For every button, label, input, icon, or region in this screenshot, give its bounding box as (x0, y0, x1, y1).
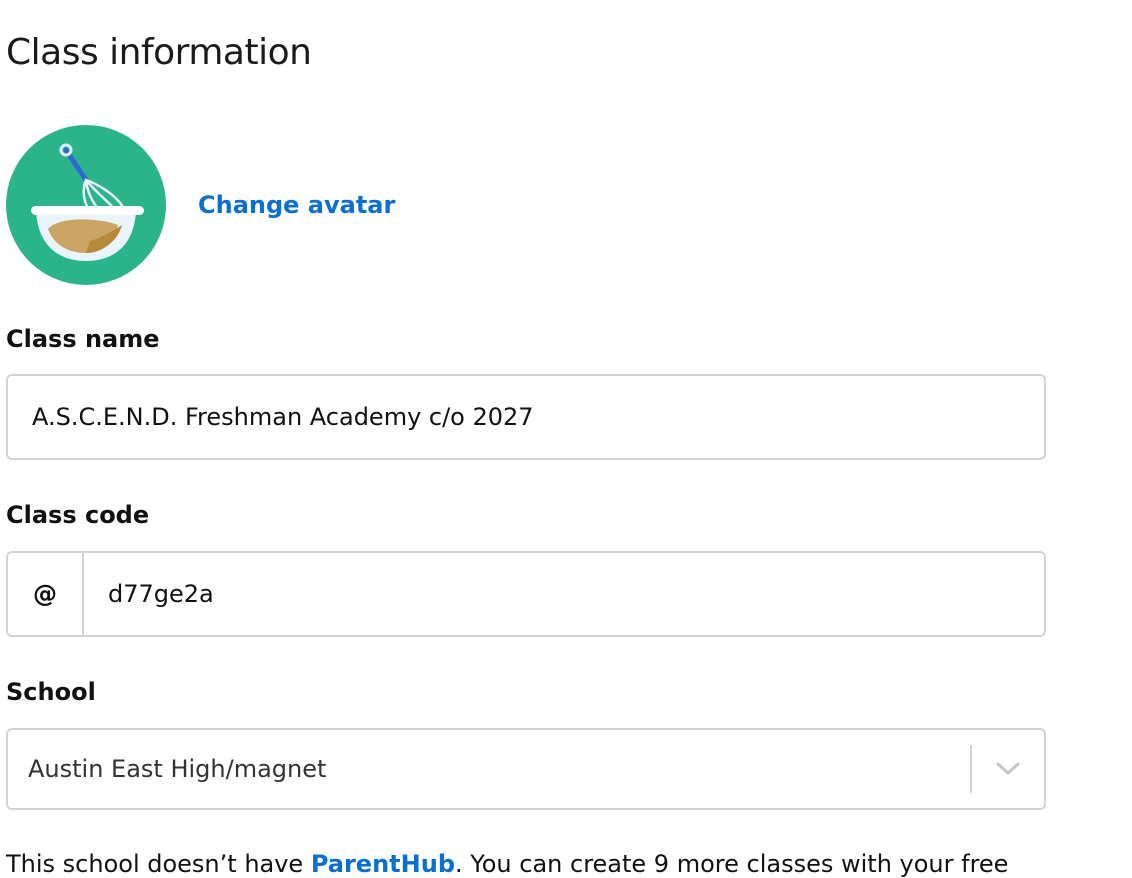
class-name-input[interactable] (8, 376, 1044, 458)
page-title: Class information (6, 32, 312, 73)
avatar-section: Change avatar (6, 125, 395, 285)
parenthub-link[interactable]: ParentHub (311, 850, 455, 878)
class-code-input[interactable] (84, 553, 1044, 635)
school-label: School (6, 678, 96, 706)
school-select[interactable]: Austin East High/magnet (6, 728, 1046, 810)
footer-text-after: . You can create 9 more classes with you… (455, 850, 1009, 878)
school-info-text: This school doesn’t have ParentHub. You … (6, 850, 1008, 878)
mixing-bowl-whisk-icon (6, 125, 166, 285)
class-name-field (6, 374, 1046, 460)
class-name-label: Class name (6, 325, 160, 353)
change-avatar-link[interactable]: Change avatar (198, 191, 395, 219)
class-code-field: @ (6, 551, 1046, 637)
chevron-down-icon[interactable] (972, 761, 1044, 777)
at-sign-prefix: @ (8, 553, 84, 635)
footer-text-before: This school doesn’t have (6, 850, 311, 878)
school-selected-value: Austin East High/magnet (28, 755, 327, 783)
class-code-label: Class code (6, 501, 150, 529)
